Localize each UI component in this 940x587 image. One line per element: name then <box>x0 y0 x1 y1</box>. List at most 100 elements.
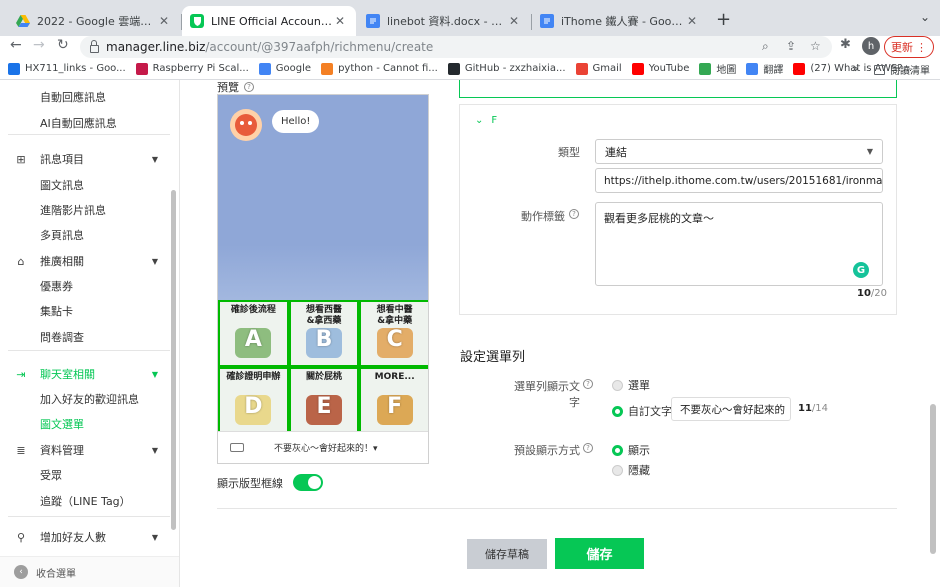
sidebar-item-label: 訊息項目 <box>40 153 84 166</box>
bookmark-item[interactable]: python - Cannot fi... <box>321 62 438 75</box>
update-label: 更新 <box>891 41 913 54</box>
custom-text-counter: 11/14 <box>798 403 828 414</box>
sidebar-item[interactable]: 自動回應訊息 <box>0 86 172 108</box>
default-display-label: 預設顯示方式 <box>514 444 580 457</box>
preview-label: 預覽 ? <box>217 79 254 95</box>
close-icon[interactable]: ✕ <box>506 14 522 28</box>
radio-menu[interactable]: 選單 <box>612 377 650 393</box>
preview-label-text: 預覽 <box>217 81 239 94</box>
chevron-down-icon: ▼ <box>151 369 158 379</box>
sidebar-item[interactable]: 加入好友的歡迎訊息 <box>0 388 172 410</box>
bookmarks-overflow[interactable]: » <box>852 62 859 75</box>
help-icon[interactable]: ? <box>583 379 593 389</box>
address-bar[interactable]: manager.line.biz/account/@397aafph/richm… <box>80 36 832 58</box>
show-grid-label: 顯示版型框線 <box>217 476 283 490</box>
reading-list-icon <box>874 64 885 75</box>
help-icon[interactable]: ? <box>583 443 593 453</box>
rich-menu-area[interactable]: 想看中醫 &拿中藥 C <box>359 300 428 367</box>
sidebar-item[interactable]: 圖文訊息 <box>0 174 172 196</box>
share-icon[interactable]: ⇪ <box>786 39 796 53</box>
new-tab-icon[interactable]: + <box>716 9 731 30</box>
main-scrollbar[interactable] <box>930 404 936 554</box>
area-letter: D <box>244 393 263 419</box>
sidebar-section[interactable]: ⚲ 增加好友人數 ▼ <box>0 526 172 548</box>
bookmark-star-icon[interactable]: ☆ <box>810 39 821 53</box>
sidebar-section[interactable]: ⌂ 推廣相關 ▼ <box>0 250 172 272</box>
forward-icon[interactable]: → <box>33 37 45 53</box>
radio-hide[interactable]: 隱藏 <box>612 462 650 478</box>
bookmark-item[interactable]: Raspberry Pi Scal... <box>135 62 249 75</box>
sidebar-item[interactable]: 問卷調查 <box>0 326 172 348</box>
sidebar-item[interactable]: 進階影片訊息 <box>0 199 172 221</box>
sidebar-item-label: 資料管理 <box>40 444 84 457</box>
sidebar-item[interactable]: 受眾 <box>0 464 172 486</box>
reload-icon[interactable]: ↻ <box>57 37 69 53</box>
bookmark-item[interactable]: 翻譯 <box>746 61 783 76</box>
radio-show-label: 顯示 <box>628 444 650 457</box>
show-grid-toggle[interactable] <box>293 474 323 491</box>
sidebar-item[interactable]: 圖文選單 <box>0 413 172 435</box>
bookmark-item[interactable]: 地圖 <box>699 61 736 76</box>
bookmark-item[interactable]: Google <box>258 62 311 75</box>
collapse-menu[interactable]: ‹ 收合選單 <box>0 556 179 587</box>
rich-menu-area[interactable]: 確診證明申辦 D <box>218 366 289 433</box>
update-button[interactable]: 更新 ⋮ <box>884 36 934 58</box>
back-icon[interactable]: ← <box>10 37 22 53</box>
radio-dot <box>612 379 623 391</box>
sidebar-section[interactable]: ⊞ 訊息項目 ▼ <box>0 148 172 170</box>
sidebar-item[interactable]: 集點卡 <box>0 300 172 322</box>
url-field[interactable]: https://ithelp.ithome.com.tw/users/20151… <box>595 168 883 193</box>
sidebar-section[interactable]: ⇥ 聊天室相關 ▼ <box>0 363 172 385</box>
bookmark-item[interactable]: Gmail <box>575 62 622 75</box>
sidebar-item[interactable]: 優惠券 <box>0 275 172 297</box>
sidebar-item[interactable]: AI自動回應訊息 <box>0 112 172 134</box>
help-icon[interactable]: ? <box>244 82 254 92</box>
menu-bar-section-title: 設定選單列 <box>460 350 526 365</box>
action-label-field[interactable]: 觀看更多屁桃的文章～ <box>595 202 883 286</box>
sidebar-item-label: 集點卡 <box>40 305 73 318</box>
radio-custom-text[interactable]: 自訂文字 <box>612 403 672 419</box>
tab-linebot-doc[interactable]: linebot 資料.docx - Google 文件 ✕ <box>358 6 530 36</box>
stackoverflow-icon <box>321 62 334 75</box>
rich-menu-area[interactable]: MORE... F <box>359 366 428 433</box>
extensions-icon[interactable]: ✱ <box>840 37 851 52</box>
help-icon[interactable]: ? <box>569 209 579 219</box>
custom-text-input[interactable]: 不要灰心～會好起來的 <box>671 397 791 421</box>
type-select[interactable]: 連結 ▼ <box>595 139 883 164</box>
phone-menu-bar: 不要灰心～會好起來的！▾ <box>218 431 428 463</box>
rich-menu-area[interactable]: 關於屁桃 E <box>288 366 360 433</box>
bookmark-item[interactable]: YouTube <box>631 62 689 75</box>
add-user-icon: ⚲ <box>16 530 26 544</box>
close-icon[interactable]: ✕ <box>332 14 348 28</box>
chevron-down-icon: ⌄ <box>475 115 484 126</box>
close-icon[interactable]: ✕ <box>156 14 172 28</box>
sidebar-section[interactable]: ≣ 資料管理 ▼ <box>0 439 172 461</box>
sidebar-item-label: 推廣相關 <box>40 255 84 268</box>
tab-ithome-doc[interactable]: iThome 鐵人賽 - Google 文件 ✕ <box>532 6 708 36</box>
bookmark-item[interactable]: GitHub - zxzhaixia... <box>447 62 566 75</box>
chevron-down-icon[interactable]: ⌄ <box>920 10 930 24</box>
reading-list[interactable]: 閱讀清單 <box>874 62 930 77</box>
bot-avatar <box>230 109 262 141</box>
sidebar-item[interactable]: 追蹤（LINE Tag） <box>0 490 172 512</box>
tab-google-drive[interactable]: 2022 - Google 雲端硬碟 ✕ <box>8 6 180 36</box>
grammarly-icon[interactable]: G <box>853 262 869 278</box>
zoom-icon[interactable]: ⌕ <box>762 39 769 54</box>
area-f-header[interactable]: ⌄ F <box>475 115 497 126</box>
chevron-down-icon: ▼ <box>151 532 158 542</box>
more-vert-icon: ⋮ <box>916 40 927 54</box>
close-icon[interactable]: ✕ <box>684 14 700 28</box>
radio-hide-label: 隱藏 <box>628 464 650 477</box>
bookmark-item[interactable]: HX711_links - Goo... <box>8 62 126 75</box>
save-button[interactable]: 儲存 <box>555 538 644 569</box>
rich-menu-area[interactable]: 確診後流程 A <box>218 300 289 367</box>
bookmark-label: python - Cannot fi... <box>338 63 438 74</box>
message-plus-icon: ⊞ <box>16 152 26 166</box>
sidebar-item[interactable]: 多頁訊息 <box>0 224 172 246</box>
translate-icon <box>746 62 759 75</box>
save-draft-button[interactable]: 儲存草稿 <box>467 539 547 569</box>
avatar[interactable]: h <box>862 37 880 55</box>
rich-menu-area[interactable]: 想看西醫 &拿西藥 B <box>288 300 360 367</box>
radio-show[interactable]: 顯示 <box>612 442 650 458</box>
tab-line-oa-manager[interactable]: LINE Official Account Manager ✕ <box>182 6 356 36</box>
